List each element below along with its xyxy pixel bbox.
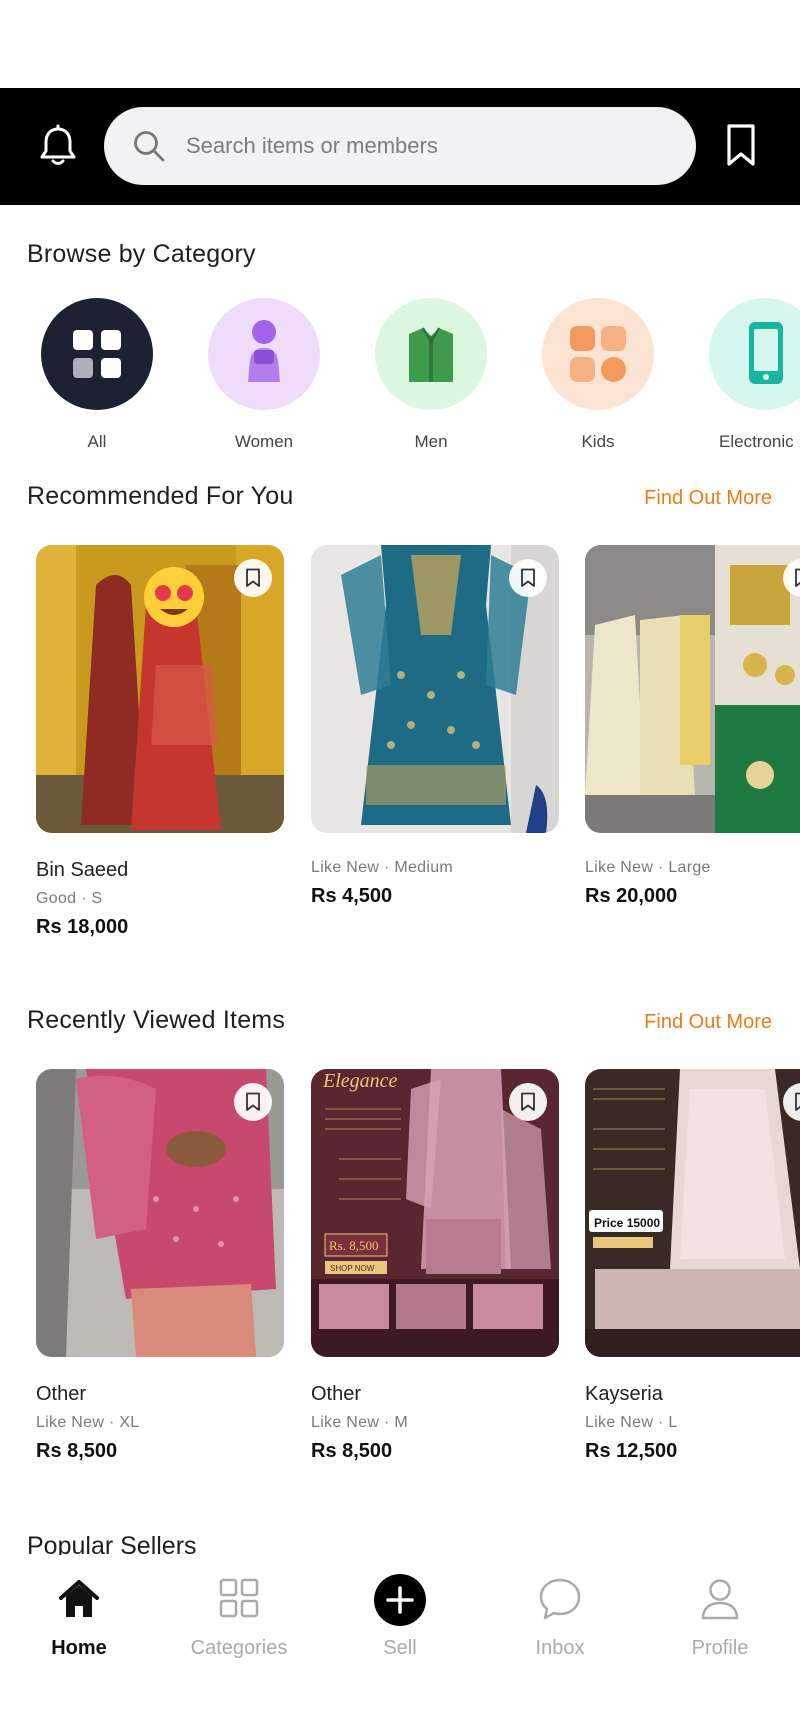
shirt-icon [375, 298, 487, 410]
category-women[interactable]: Women [208, 298, 320, 452]
category-all[interactable]: All [41, 298, 153, 452]
recent-title: Recently Viewed Items [27, 1006, 286, 1034]
category-men[interactable]: Men [375, 298, 487, 452]
bookmark-icon[interactable] [234, 559, 272, 597]
product-card[interactable]: Bin Saeed Good · S Rs 18,000 [36, 545, 284, 939]
tab-sell[interactable]: Sell [330, 1574, 470, 1660]
bookmark-icon[interactable] [509, 559, 547, 597]
phone-icon [709, 298, 800, 410]
tab-label: Categories [190, 1637, 288, 1659]
tab-label: Home [51, 1637, 107, 1659]
product-brand: Other [311, 1383, 362, 1405]
recommended-find-more-link[interactable]: Find Out More [644, 487, 772, 510]
product-condition: Like New · L [585, 1414, 678, 1431]
product-card[interactable]: Elegance Rs. 8,500 SHOP NOW Other Like N… [311, 1069, 559, 1463]
recent-find-more-link[interactable]: Find Out More [644, 1011, 772, 1034]
status-bar-area [0, 0, 800, 88]
product-image[interactable]: Price 15000 [585, 1069, 800, 1357]
ad-title-text: Elegance [322, 1070, 398, 1092]
category-electronic[interactable]: Electronic [709, 298, 800, 452]
tab-label: Profile [691, 1637, 749, 1659]
recent-carousel[interactable]: Other Like New · XL Rs 8,500 Elegance Rs… [0, 1069, 800, 1469]
ad-shop-now-text: SHOP NOW [330, 1264, 375, 1273]
product-condition: Good · S [36, 890, 103, 907]
product-brand: Other [36, 1383, 87, 1405]
notification-bell-icon[interactable] [38, 124, 78, 168]
product-price: Rs 8,500 [311, 1440, 393, 1462]
category-label: All [87, 432, 107, 451]
recommended-title: Recommended For You [27, 482, 294, 510]
bottom-tab-bar: Home Categories Sell Inbox Profile [0, 1555, 800, 1730]
category-kids[interactable]: Kids [542, 298, 654, 452]
category-label: Electronic [719, 432, 794, 451]
search-icon [134, 131, 165, 162]
kids-icon [542, 298, 654, 410]
tab-label: Sell [383, 1637, 417, 1659]
ad-price-text: Price 15000 [594, 1216, 660, 1230]
product-condition: Like New · M [311, 1414, 408, 1431]
product-price: Rs 18,000 [36, 916, 129, 938]
product-price: Rs 8,500 [36, 1440, 118, 1462]
product-card[interactable]: Price 15000 Kayseria Like New · L Rs 12,… [585, 1069, 800, 1463]
tab-inbox[interactable]: Inbox [490, 1577, 630, 1660]
chat-bubble-icon [490, 1577, 630, 1627]
saved-bookmark-icon[interactable] [724, 122, 758, 168]
product-brand: Bin Saeed [36, 859, 129, 881]
product-price: Rs 4,500 [311, 885, 393, 907]
product-price: Rs 20,000 [585, 885, 678, 907]
category-label: Kids [581, 432, 615, 451]
categories-icon [169, 1577, 309, 1627]
tab-categories[interactable]: Categories [169, 1577, 309, 1660]
grid-icon [41, 298, 153, 410]
home-icon [9, 1577, 149, 1627]
browse-category-title: Browse by Category [27, 240, 256, 268]
tab-profile[interactable]: Profile [650, 1577, 790, 1660]
product-brand: Kayseria [585, 1383, 663, 1405]
category-label: Men [414, 432, 448, 451]
product-price: Rs 12,500 [585, 1440, 678, 1462]
product-image[interactable] [36, 1069, 284, 1357]
tab-label: Inbox [535, 1637, 585, 1659]
product-image[interactable]: Elegance Rs. 8,500 SHOP NOW [311, 1069, 559, 1357]
product-card[interactable]: Like New · Large Rs 20,000 [585, 545, 800, 908]
product-condition: Like New · Large [585, 859, 711, 876]
product-condition: Like New · Medium [311, 859, 454, 876]
product-image[interactable] [311, 545, 559, 833]
product-image[interactable] [36, 545, 284, 833]
top-bar [0, 88, 800, 205]
bookmark-icon[interactable] [509, 1083, 547, 1121]
product-image[interactable] [585, 545, 800, 833]
product-card[interactable]: Like New · Medium Rs 4,500 [311, 545, 559, 908]
search-input[interactable] [186, 107, 666, 185]
category-label: Women [234, 432, 294, 451]
ad-price-text: Rs. 8,500 [329, 1238, 378, 1253]
person-icon [650, 1577, 790, 1627]
bookmark-icon[interactable] [234, 1083, 272, 1121]
product-card[interactable]: Other Like New · XL Rs 8,500 [36, 1069, 284, 1463]
search-bar[interactable] [104, 107, 696, 185]
product-condition: Like New · XL [36, 1414, 140, 1431]
category-row[interactable]: All Women Men Kids Electronic [0, 298, 800, 458]
recommended-carousel[interactable]: Bin Saeed Good · S Rs 18,000 Like New · … [0, 545, 800, 945]
tab-home[interactable]: Home [9, 1577, 149, 1660]
sell-plus-icon [330, 1574, 470, 1627]
woman-icon [208, 298, 320, 410]
